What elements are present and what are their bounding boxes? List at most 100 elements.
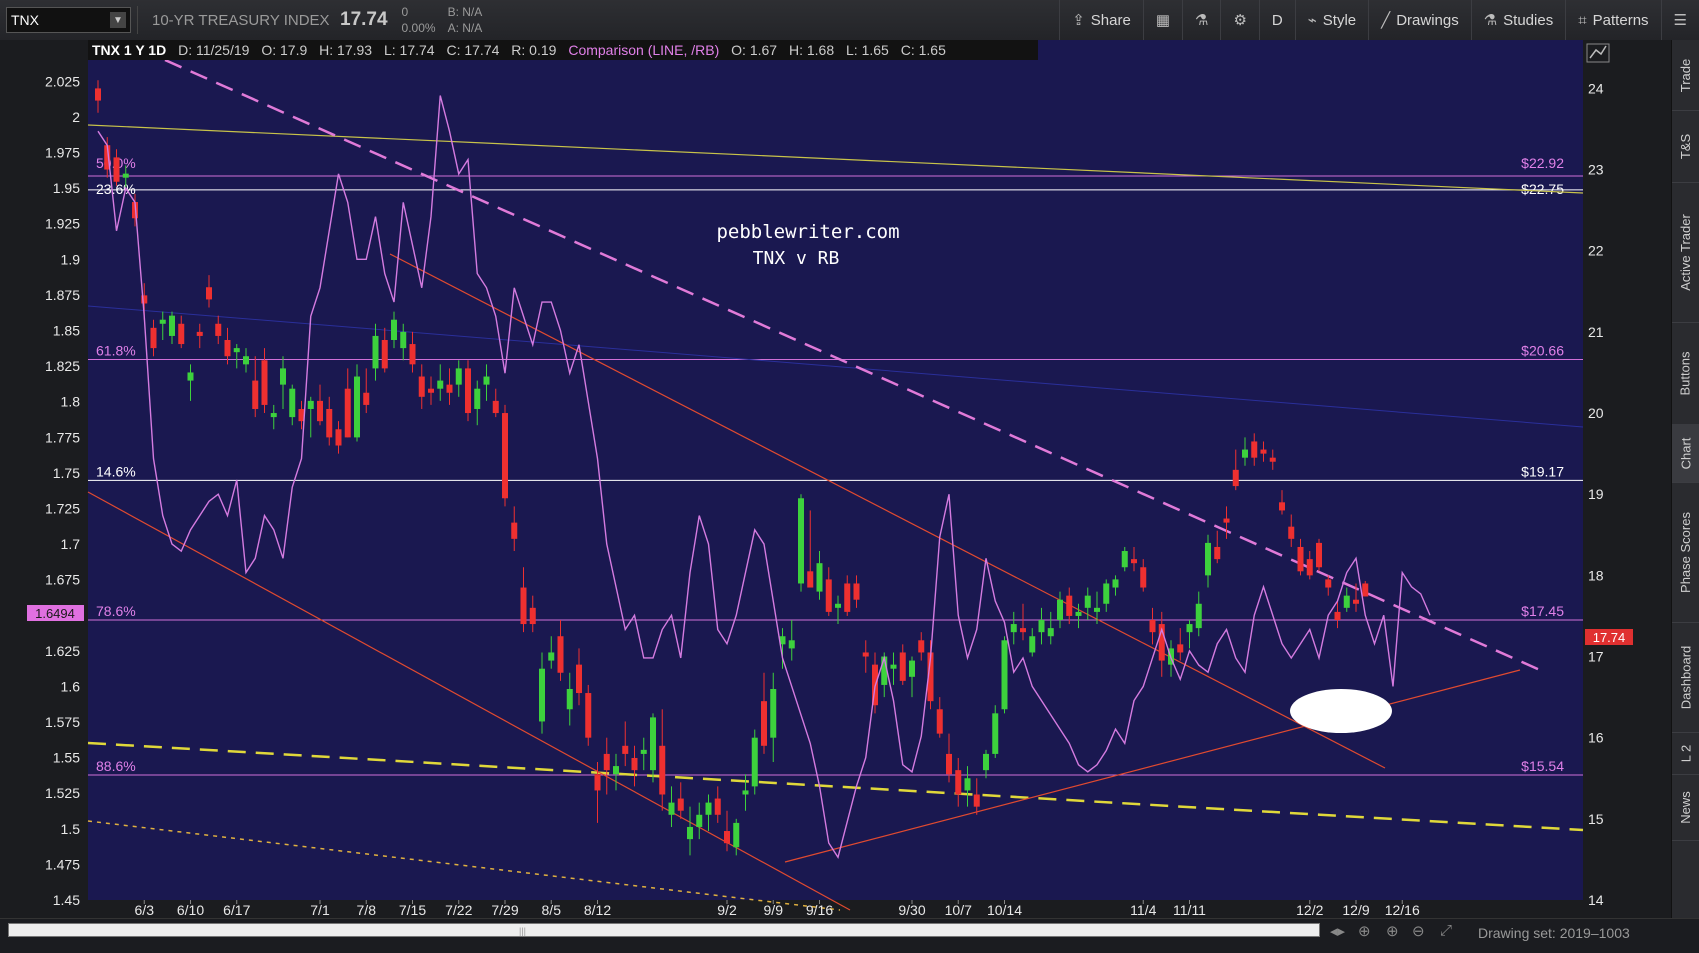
x-axis-tick-label: 6/10 — [177, 902, 204, 918]
candle-body — [733, 822, 740, 848]
candle-body — [1094, 607, 1100, 612]
x-axis-tick-label: 10/7 — [945, 902, 972, 918]
side-tab-l-2[interactable]: L 2 — [1672, 732, 1699, 775]
drawing-set-label[interactable]: Drawing set: 2019–1003 — [1478, 925, 1630, 941]
comparison-close: C: 1.65 — [901, 42, 946, 58]
candle-body — [955, 770, 962, 795]
candle-body — [696, 814, 703, 827]
candle-body — [566, 688, 573, 710]
x-axis-tick-label: 12/2 — [1296, 902, 1323, 918]
bid-ask-block: B: N/A A: N/A — [442, 4, 574, 36]
symbol-selector[interactable]: TNX ▼ — [6, 7, 131, 33]
left-axis-tick-label: 1.45 — [53, 892, 80, 908]
candle — [465, 360, 471, 422]
left-axis-tick-label: 1.675 — [45, 572, 80, 588]
candle-body — [354, 376, 360, 438]
candle-body — [622, 745, 629, 754]
candle-body — [1131, 559, 1137, 564]
candle-body — [1177, 644, 1184, 653]
ask-value: A: N/A — [447, 21, 483, 35]
studies-button[interactable]: ⚗ Studies — [1470, 0, 1566, 40]
candle-body — [603, 753, 610, 771]
candle-body — [742, 790, 749, 795]
patterns-button[interactable]: ⌗ Patterns — [1565, 0, 1660, 40]
candle-body — [391, 319, 397, 340]
header-open: O: 17.9 — [261, 42, 307, 58]
scroll-grip[interactable]: ||| — [519, 926, 526, 936]
candle-body — [252, 380, 259, 409]
settings-button[interactable]: ⚙ — [1220, 0, 1258, 40]
side-tab-buttons[interactable]: Buttons — [1672, 322, 1699, 425]
candle-body — [677, 798, 684, 811]
candle-body — [557, 636, 564, 673]
candle-body — [280, 368, 286, 385]
price-chart[interactable]: 2.025 2 1.975 1.95 1.925 1.9 1.875 1.85 1.825 1.8… — [0, 40, 1672, 918]
zoom-out-icon[interactable]: ⊖ — [1412, 922, 1425, 940]
chart-layout-button[interactable]: ▦ — [1142, 0, 1182, 40]
candle-body — [474, 388, 481, 409]
side-tab-news[interactable]: News — [1672, 774, 1699, 841]
x-axis-tick-label: 9/16 — [806, 902, 833, 918]
menu-button[interactable]: ☰ — [1660, 0, 1699, 40]
side-tab-trade[interactable]: Trade — [1672, 40, 1699, 111]
candle-body — [206, 287, 212, 300]
style-button[interactable]: ⌁ Style — [1294, 0, 1368, 40]
pan-icon[interactable]: ◂▸ — [1330, 922, 1345, 940]
left-axis-tick-label: 1.75 — [53, 465, 80, 481]
zoom-in-icon[interactable]: ⊕ — [1386, 922, 1399, 940]
candle-body — [502, 413, 508, 499]
candle-body — [640, 749, 647, 754]
chart-header: TNX 1 Y 1D D: 11/25/19 O: 17.9 H: 17.93 … — [92, 42, 946, 58]
side-tab-chart[interactable]: Chart — [1672, 424, 1699, 483]
side-tab-label: Dashboard — [1678, 645, 1694, 709]
plot-background — [88, 40, 1583, 900]
candle-body — [307, 400, 314, 409]
left-axis-tick-label: 1.7 — [61, 536, 81, 552]
header-low: L: 17.74 — [384, 42, 435, 58]
fib-level-value: $20.66 — [1521, 342, 1564, 358]
patterns-icon: ⌗ — [1578, 11, 1587, 29]
drawings-button[interactable]: ╱ Drawings — [1368, 0, 1471, 40]
side-tab-phase-scores[interactable]: Phase Scores — [1672, 482, 1699, 623]
candle-body — [261, 360, 268, 405]
flask-button[interactable]: ⚗ — [1182, 0, 1220, 40]
dropdown-icon[interactable]: ▼ — [110, 12, 126, 28]
side-tab-t-s[interactable]: T&S — [1672, 110, 1699, 183]
chart-scrollbar[interactable]: ||| — [8, 923, 1320, 937]
candle-body — [95, 88, 101, 101]
crosshair-icon[interactable]: ⊕ — [1358, 922, 1371, 940]
aggregation-button[interactable]: D — [1258, 0, 1295, 40]
x-axis-tick-label: 6/17 — [223, 902, 250, 918]
candle-body — [1223, 518, 1230, 523]
side-tab-dashboard[interactable]: Dashboard — [1672, 622, 1699, 733]
candle-body — [1343, 595, 1350, 608]
candle-body — [465, 368, 471, 414]
candle-body — [289, 388, 296, 418]
symbol-text: TNX — [11, 12, 39, 28]
x-axis-tick-label: 9/9 — [764, 902, 784, 918]
share-button[interactable]: ⇪ Share — [1059, 0, 1143, 40]
last-price: 17.74 — [340, 9, 388, 30]
candle-body — [1057, 599, 1063, 620]
candle-body — [751, 737, 758, 787]
candle-body — [187, 372, 194, 381]
candle-body — [631, 757, 638, 771]
gear-icon: ⚙ — [1233, 12, 1247, 29]
top-toolbar: TNX ▼ 10-YR TREASURY INDEX 17.74 0 0.00%… — [0, 0, 1699, 41]
chart-area[interactable]: 2.025 2 1.975 1.95 1.925 1.9 1.875 1.85 1.825 1.8… — [0, 40, 1672, 952]
pencil-icon: ╱ — [1381, 12, 1391, 29]
x-axis-tick-label: 7/29 — [491, 902, 518, 918]
highlight-ellipse[interactable] — [1290, 689, 1392, 733]
side-tab-label: Buttons — [1678, 350, 1693, 396]
left-price-marker-text: 1.6494 — [35, 606, 75, 621]
x-axis-tick-label: 11/4 — [1130, 902, 1156, 918]
share-icon: ⇪ — [1072, 12, 1085, 29]
side-tab-active-trader[interactable]: Active Trader — [1672, 182, 1699, 323]
candle-body — [1353, 599, 1359, 604]
annotation-watermark: pebblewriter.com — [716, 221, 899, 243]
fit-icon[interactable]: ⤢ — [1440, 922, 1452, 939]
candle-body — [539, 668, 545, 722]
candle-body — [418, 376, 425, 397]
symbol-description: 10-YR TREASURY INDEX — [152, 11, 330, 29]
candle-body — [798, 498, 804, 584]
